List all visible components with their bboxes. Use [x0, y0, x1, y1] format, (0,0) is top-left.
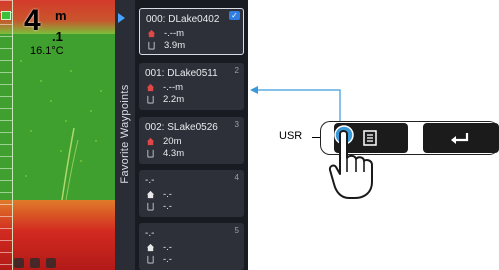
depth-ruler [0, 0, 13, 270]
waypoint-title: -.- [145, 228, 155, 239]
waypoint-depth: 4.3m [163, 148, 185, 159]
waypoint-title: -.- [145, 175, 155, 186]
depth-icon [147, 95, 154, 104]
waypoint-depth: 2.2m [163, 94, 185, 105]
usr-label: USR [279, 130, 303, 142]
home-icon [146, 190, 155, 199]
usr-leader-line [312, 137, 320, 138]
waypoint-item[interactable]: 002: SLake0526 3 20m 4.3m [139, 117, 244, 164]
waypoint-home-distance: -.- [163, 242, 172, 253]
battery-icon [1, 11, 11, 20]
depth-icon [148, 41, 155, 50]
waypoint-depth: -.- [163, 254, 172, 265]
water-temperature: 16.1°C [30, 45, 64, 57]
waypoint-item[interactable]: -.- 4 -.- -.- [139, 170, 244, 217]
depth-fraction: .1 [52, 29, 63, 44]
status-icon [14, 258, 24, 268]
waypoint-home-distance: -.--m [163, 82, 184, 93]
sonar-display: 4 m .1 16.1°C [0, 0, 115, 270]
waypoint-depth: 3.9m [164, 40, 186, 51]
depth-unit: m [55, 8, 67, 23]
waypoint-title: 001: DLake0511 [145, 68, 218, 79]
waypoint-index: 2 [234, 66, 239, 75]
waypoint-depth: -.- [163, 201, 172, 212]
pointing-hand-icon [328, 125, 373, 199]
waypoint-index: 5 [234, 226, 239, 235]
waypoint-index: 4 [234, 173, 239, 182]
waypoint-home-distance: 20m [163, 136, 182, 147]
favorite-waypoints-tab-label: Favorite Waypoints [119, 84, 131, 184]
home-icon [147, 29, 156, 38]
depth-icon [147, 202, 154, 211]
selected-check-icon: ✓ [229, 11, 240, 20]
waypoint-home-distance: -.- [163, 189, 172, 200]
status-icon [30, 258, 40, 268]
waypoint-list: 000: DLake0402 ✓ -.--m 3.9m 001: DLake05… [135, 0, 248, 270]
waypoint-title: 002: SLake0526 [145, 122, 218, 133]
waypoint-item[interactable]: 001: DLake0511 2 -.--m 2.2m [139, 63, 244, 110]
waypoint-index: 3 [234, 120, 239, 129]
favorite-waypoints-tab[interactable]: Favorite Waypoints [115, 0, 135, 270]
enter-button[interactable] [423, 123, 499, 153]
depth-icon [147, 149, 154, 158]
waypoint-item[interactable]: -.- 5 -.- -.- [139, 223, 244, 270]
depth-icon [147, 255, 154, 264]
home-icon [146, 243, 155, 252]
waypoint-home-distance: -.--m [164, 28, 185, 39]
enter-return-icon [451, 133, 469, 144]
waypoint-title: 000: DLake0402 [146, 14, 220, 25]
sonar-status-icons [14, 258, 94, 270]
triangle-right-icon [118, 13, 125, 23]
home-icon [146, 137, 155, 146]
waypoint-item[interactable]: 000: DLake0402 ✓ -.--m 3.9m [139, 8, 244, 55]
status-icon [46, 258, 56, 268]
depth-readout: 4 [24, 4, 41, 37]
home-icon [146, 83, 155, 92]
